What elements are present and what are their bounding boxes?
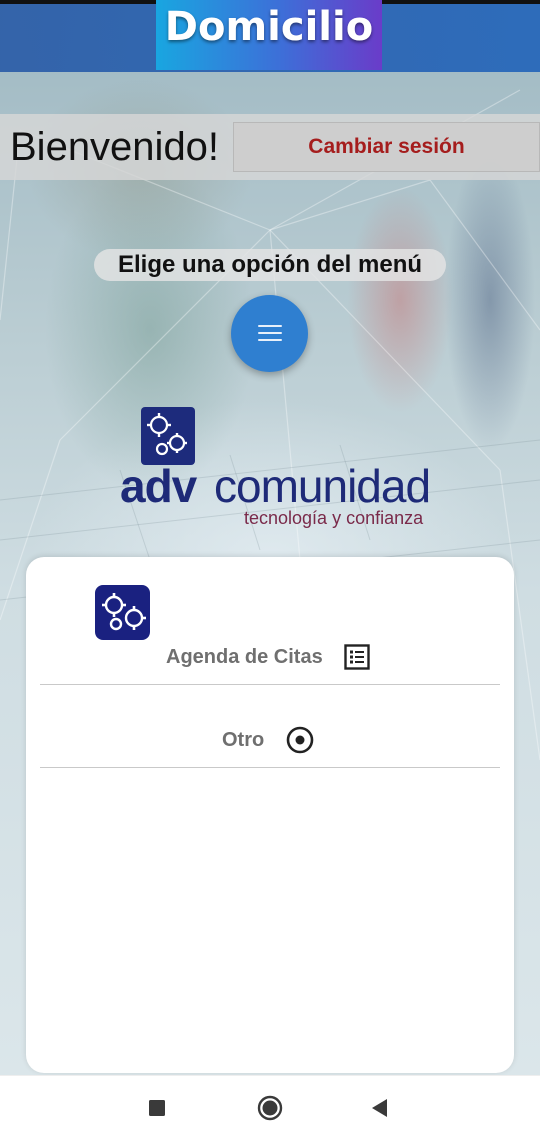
logo-tagline: tecnología y confianza	[244, 508, 424, 528]
menu-fab-button[interactable]	[231, 295, 308, 372]
circle-home-icon[interactable]	[256, 1094, 284, 1122]
radio-target-icon	[286, 726, 314, 754]
square-recents-icon[interactable]	[143, 1094, 171, 1122]
app-title-box: Domicilio	[156, 0, 382, 70]
logo-gears-icon	[141, 407, 195, 465]
sheet-item-label: Agenda de Citas	[166, 646, 323, 668]
menu-icon	[258, 325, 282, 327]
app-title: Domicilio	[164, 4, 374, 50]
sheet-item-label: Otro	[222, 729, 265, 751]
triangle-back-icon[interactable]	[367, 1094, 395, 1122]
sheet-divider	[40, 767, 500, 768]
logo-brand-adv: adv	[120, 460, 197, 512]
change-session-button[interactable]: Cambiar sesión	[233, 122, 540, 172]
menu-prompt: Elige una opción del menú	[94, 249, 446, 281]
list-icon	[344, 644, 370, 670]
change-session-label: Cambiar sesión	[308, 135, 465, 158]
logo-brand-comunidad: comunidad	[214, 460, 431, 512]
system-nav-bar	[0, 1075, 540, 1138]
sheet-item-agenda-de-citas[interactable]: Agenda de Citas	[40, 629, 500, 685]
sheet-item-otro[interactable]: Otro	[40, 712, 500, 768]
sheet-divider	[40, 684, 500, 685]
welcome-greeting: Bienvenido!	[10, 125, 220, 169]
